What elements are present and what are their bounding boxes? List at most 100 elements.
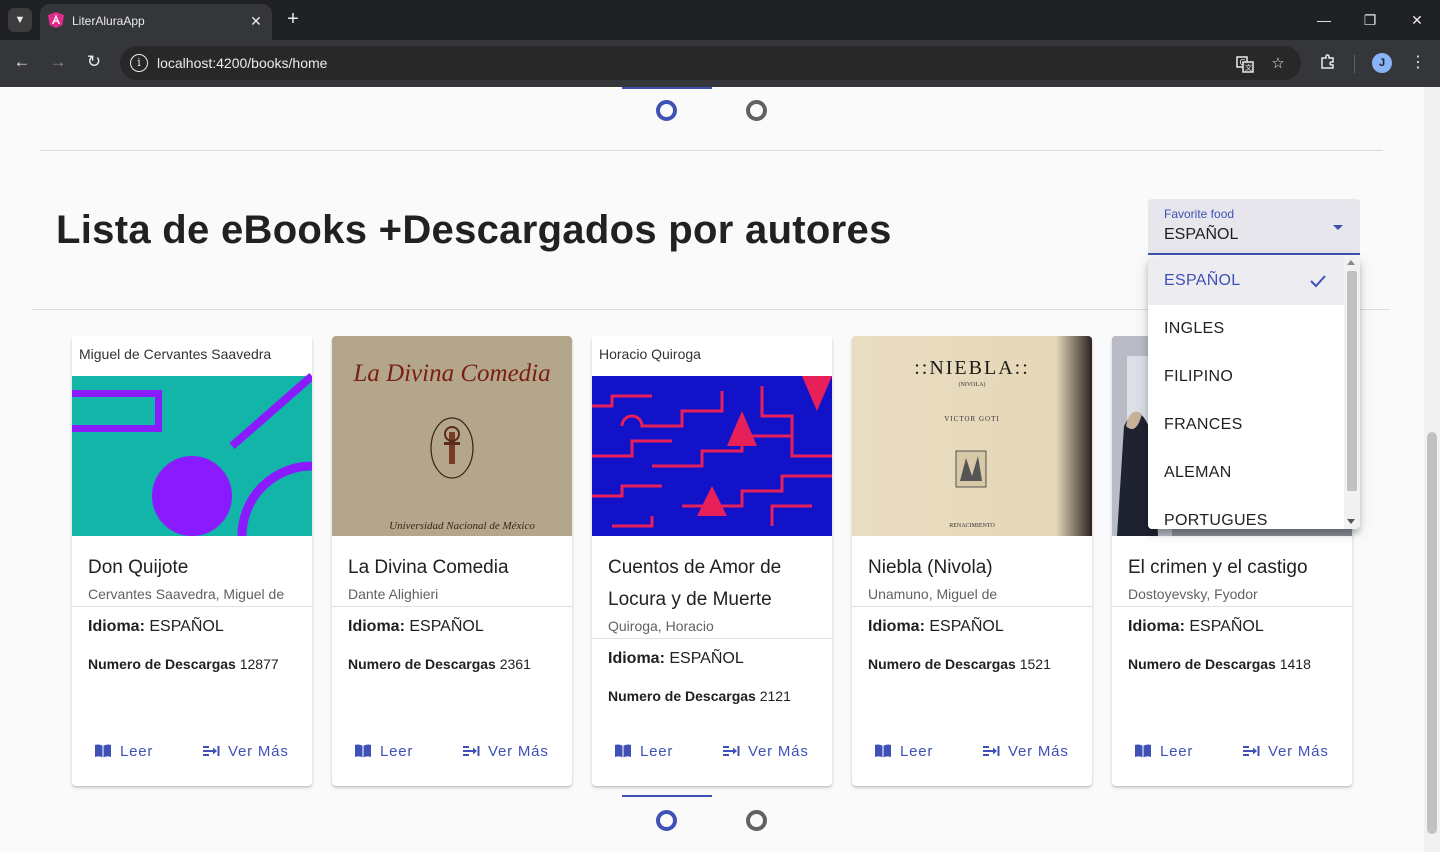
book-author: Dante Alighieri <box>348 586 439 602</box>
downloads-value: 2121 <box>759 688 791 704</box>
option-aleman[interactable]: ALEMAN <box>1148 449 1344 497</box>
book-downloads: Numero de Descargas 2121 <box>608 688 791 704</box>
restore-window-button[interactable]: ❐ <box>1360 10 1380 30</box>
cover-byline-text: VICTOR GOTI <box>944 415 999 423</box>
carousel-dot-2[interactable] <box>746 810 767 831</box>
see-more-button[interactable]: Ver Más <box>982 740 1069 762</box>
check-icon <box>1310 275 1326 288</box>
read-button-label: Leer <box>900 742 934 760</box>
tab-title: LiterAluraApp <box>72 14 145 28</box>
book-language: Idioma: ESPAÑOL <box>868 618 1004 636</box>
option-label: PORTUGUES <box>1164 512 1268 529</box>
tab-search-button[interactable]: ▼ <box>8 8 32 32</box>
back-button[interactable]: ← <box>12 52 32 72</box>
book-downloads: Numero de Descargas 2361 <box>348 656 531 672</box>
extensions-icon[interactable] <box>1318 53 1338 73</box>
downloads-value: 1521 <box>1019 656 1051 672</box>
language-select[interactable]: Favorite food ESPAÑOL <box>1148 199 1360 255</box>
option-portugues[interactable]: PORTUGUES <box>1148 497 1344 529</box>
arrow-indent-icon <box>723 746 740 756</box>
carousel-active-indicator-line <box>622 87 712 89</box>
read-button-label: Leer <box>380 742 414 760</box>
option-ingles[interactable]: INGLES <box>1148 305 1344 353</box>
panel-scrollbar-thumb[interactable] <box>1347 271 1357 491</box>
section-divider-top <box>40 150 1383 151</box>
cover-title-text: La Divina Comedia <box>352 360 550 387</box>
browser-menu-icon[interactable]: ⋮ <box>1408 52 1428 74</box>
book-downloads: Numero de Descargas 1521 <box>868 656 1051 672</box>
book-card: Horacio Quiroga Cuentos de Amor de Locur… <box>592 336 832 786</box>
read-button[interactable]: Leer <box>874 740 933 762</box>
book-cover-image[interactable]: ::NIEBLA:: (NIVOLA) VICTOR GOTI RENACIMI… <box>852 336 1092 536</box>
browser-tab-bar: ▼ LiterAluraApp ✕ + — ❐ ✕ <box>0 0 1440 40</box>
read-button[interactable]: Leer <box>1134 740 1193 762</box>
book-author: Quiroga, Horacio <box>608 618 714 634</box>
url-text[interactable]: localhost:4200/books/home <box>157 55 327 71</box>
select-value: ESPAÑOL <box>1164 226 1239 243</box>
cover-author-text: Horacio Quiroga <box>599 346 701 362</box>
option-label: FILIPINO <box>1164 368 1234 385</box>
carousel-dot-1[interactable] <box>656 810 677 831</box>
read-button[interactable]: Leer <box>354 740 413 762</box>
book-downloads: Numero de Descargas 12877 <box>88 656 279 672</box>
book-open-icon <box>1135 744 1151 758</box>
read-button-label: Leer <box>640 742 674 760</box>
language-value: ESPAÑOL <box>1189 618 1264 635</box>
address-bar[interactable]: i localhost:4200/books/home G 文 ☆ <box>120 46 1301 80</box>
downloads-value: 1418 <box>1279 656 1311 672</box>
book-card: Miguel de Cervantes Saavedra Don Quijote… <box>72 336 312 786</box>
card-divider <box>332 606 572 607</box>
language-options-panel: ESPAÑOL INGLES FILIPINO FRANCES ALEMAN P… <box>1148 257 1360 529</box>
carousel-dot-1[interactable] <box>656 100 677 121</box>
book-cover-image[interactable]: La Divina Comedia Universidad Nacional d… <box>332 336 572 536</box>
read-button[interactable]: Leer <box>614 740 673 762</box>
language-value: ESPAÑOL <box>669 650 744 667</box>
downloads-label: Numero de Descargas <box>88 656 236 672</box>
minimize-window-button[interactable]: — <box>1314 10 1334 30</box>
book-cover-image[interactable]: Miguel de Cervantes Saavedra <box>72 336 312 536</box>
carousel-dot-2[interactable] <box>746 100 767 121</box>
book-cover-image[interactable]: Horacio Quiroga <box>592 336 832 536</box>
scroll-up-arrow-icon[interactable] <box>1347 260 1355 265</box>
book-title: El crimen y el castigo <box>1128 557 1308 578</box>
card-divider <box>592 638 832 639</box>
language-label: Idioma: <box>88 618 145 635</box>
browser-tab[interactable]: LiterAluraApp ✕ <box>40 4 272 40</box>
translate-icon[interactable]: G 文 <box>1235 54 1255 74</box>
profile-avatar[interactable]: J <box>1372 53 1392 73</box>
page-scrollbar-thumb[interactable] <box>1427 432 1437 834</box>
option-label: ALEMAN <box>1164 464 1232 481</box>
book-open-icon <box>615 744 631 758</box>
option-espanol[interactable]: ESPAÑOL <box>1148 257 1344 305</box>
close-window-button[interactable]: ✕ <box>1407 10 1427 30</box>
see-more-button[interactable]: Ver Más <box>1242 740 1329 762</box>
scroll-down-arrow-icon[interactable] <box>1347 519 1355 524</box>
book-open-icon <box>875 744 891 758</box>
see-more-button-label: Ver Más <box>748 742 809 760</box>
book-title: Niebla (Nivola) <box>868 557 993 578</box>
forward-button[interactable]: → <box>48 52 68 72</box>
option-filipino[interactable]: FILIPINO <box>1148 353 1344 401</box>
card-divider <box>852 606 1092 607</box>
reload-button[interactable]: ↻ <box>84 52 104 72</box>
book-card: La Divina Comedia Universidad Nacional d… <box>332 336 572 786</box>
new-tab-button[interactable]: + <box>283 9 303 29</box>
see-more-button[interactable]: Ver Más <box>722 740 809 762</box>
read-button[interactable]: Leer <box>94 740 153 762</box>
book-author: Unamuno, Miguel de <box>868 586 998 602</box>
site-info-icon[interactable]: i <box>130 54 148 72</box>
see-more-button[interactable]: Ver Más <box>462 740 549 762</box>
browser-toolbar: ← → ↻ i localhost:4200/books/home G 文 ☆ … <box>0 40 1440 87</box>
see-more-button-label: Ver Más <box>1008 742 1069 760</box>
see-more-button[interactable]: Ver Más <box>202 740 289 762</box>
close-tab-icon[interactable]: ✕ <box>248 13 264 29</box>
bookmark-star-icon[interactable]: ☆ <box>1268 54 1288 74</box>
arrow-indent-icon <box>203 746 220 756</box>
see-more-button-label: Ver Más <box>1268 742 1329 760</box>
read-button-label: Leer <box>1160 742 1194 760</box>
card-divider <box>72 606 312 607</box>
option-frances[interactable]: FRANCES <box>1148 401 1344 449</box>
select-label: Favorite food <box>1164 207 1235 221</box>
angular-favicon-icon <box>48 12 64 28</box>
cover-publisher-text: Universidad Nacional de México <box>389 520 535 532</box>
